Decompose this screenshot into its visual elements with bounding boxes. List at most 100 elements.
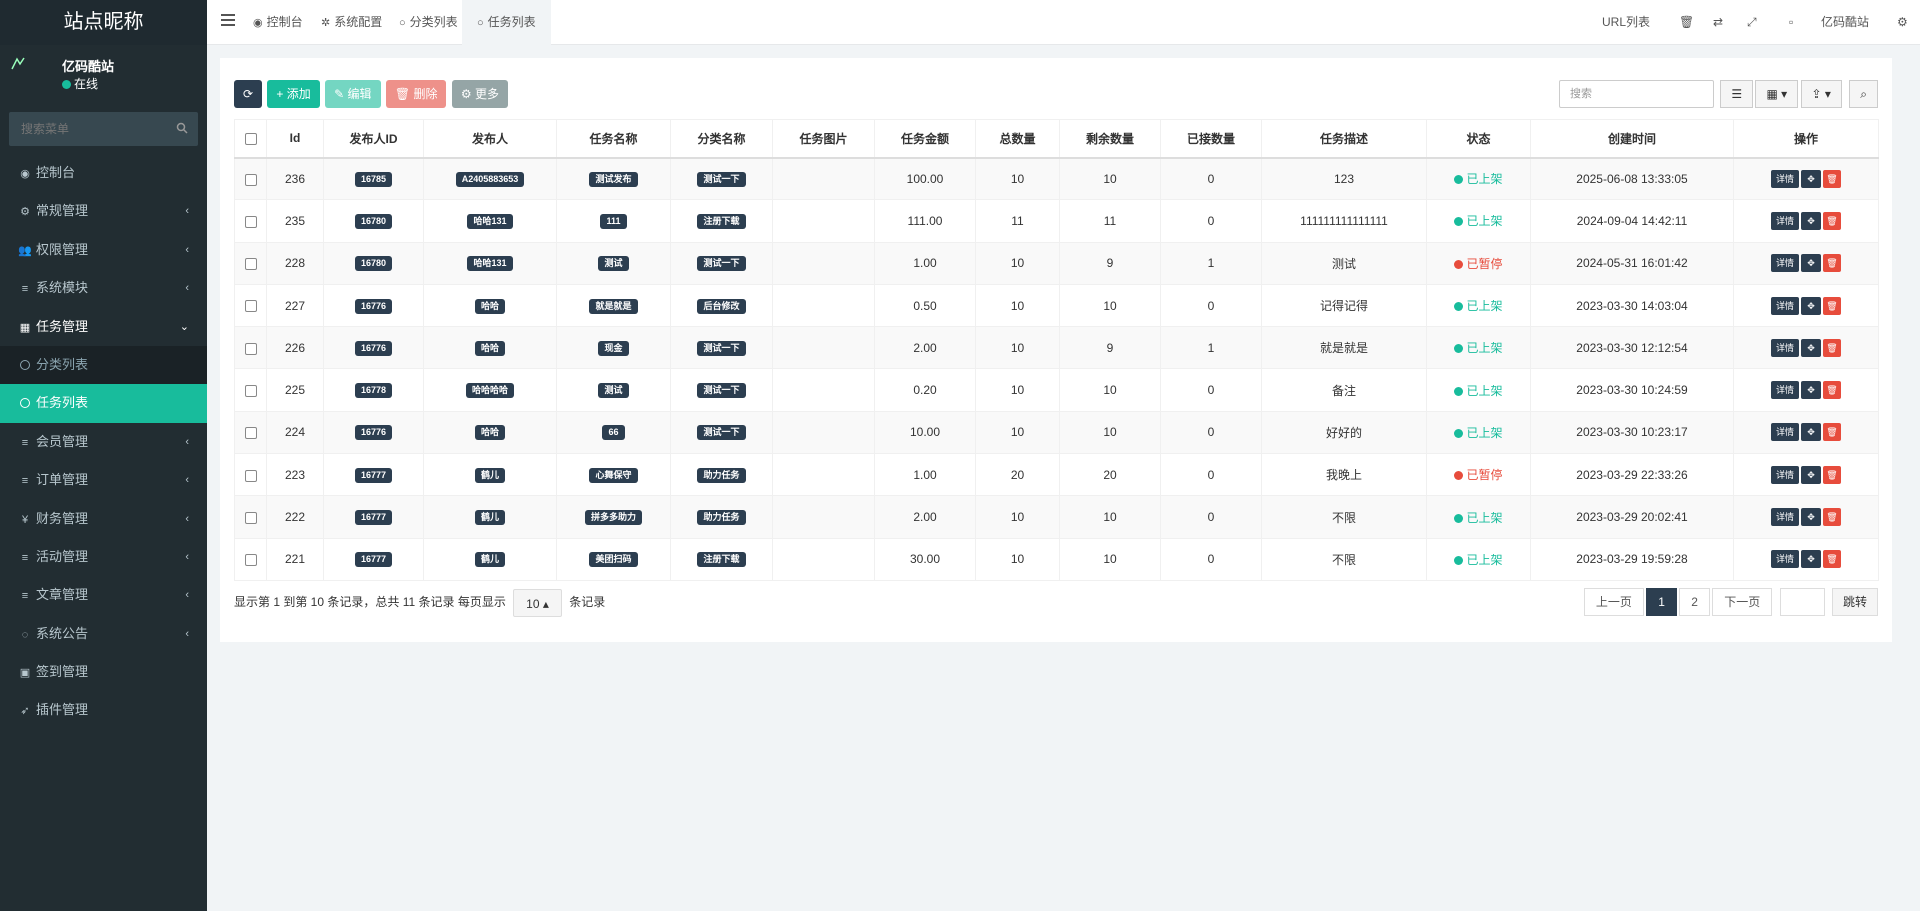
status-badge[interactable]: 已上架 — [1454, 341, 1503, 355]
row-checkbox-cell[interactable] — [234, 495, 267, 539]
delete-row-icon[interactable]: 🗑 — [1823, 211, 1841, 230]
delete-row-icon[interactable]: 🗑 — [1823, 169, 1841, 188]
cell-status[interactable]: 已上架 — [1426, 495, 1531, 539]
row-checkbox[interactable] — [244, 300, 257, 313]
page-2-button[interactable]: 2 — [1679, 588, 1710, 616]
column-header-12[interactable]: 创建时间 — [1530, 119, 1734, 159]
url-list-link[interactable]: URL列表 — [1602, 0, 1650, 45]
detail-button[interactable]: 详情 — [1770, 296, 1799, 315]
status-badge[interactable]: 已上架 — [1454, 384, 1503, 398]
delete-row-icon[interactable]: 🗑 — [1823, 423, 1841, 442]
delete-row-icon[interactable]: 🗑 — [1823, 550, 1841, 569]
status-badge[interactable]: 已上架 — [1454, 299, 1503, 313]
more-button[interactable]: ⚙ 更多 — [451, 80, 508, 108]
sidebar-item-6[interactable]: 任务列表 — [0, 384, 207, 423]
detail-button[interactable]: 详情 — [1770, 169, 1799, 188]
row-checkbox[interactable] — [244, 258, 257, 271]
row-checkbox[interactable] — [244, 384, 257, 397]
row-checkbox-cell[interactable] — [234, 241, 267, 285]
status-badge[interactable]: 已上架 — [1454, 511, 1503, 525]
cell-status[interactable]: 已暂停 — [1426, 453, 1531, 497]
table-row[interactable]: 226 16776 哈哈 现金 测试一下 2.00 10 9 1 就是就是 已上架 2023-03-3… — [234, 326, 1879, 370]
column-header-10[interactable]: 任务描述 — [1261, 119, 1427, 159]
table-row[interactable]: 223 16777 鹤儿 心舞保守 助力任务 1.00 20 20 0 我晚上 已暂停 2023-03… — [234, 453, 1879, 497]
table-row[interactable]: 227 16776 哈哈 就是就是 后台修改 0.50 10 10 0 记得记得 已上架 2023-0… — [234, 283, 1879, 328]
sidebar-item-11[interactable]: ≡ 文章管理 ‹ — [0, 576, 207, 614]
sidebar-search-input[interactable] — [9, 112, 198, 146]
row-checkbox[interactable] — [244, 554, 257, 567]
toggle-view-button[interactable]: ☰ — [1720, 80, 1754, 108]
row-checkbox[interactable] — [244, 469, 257, 482]
select-all-checkbox[interactable] — [244, 133, 257, 146]
select-all-checkbox-cell[interactable] — [234, 119, 267, 159]
table-row[interactable]: 224 16776 哈哈 66 测试一下 10.00 10 10 0 好好的 已上架 2023-03-… — [234, 410, 1879, 455]
table-row[interactable]: 228 16780 哈哈131 测试 测试一下 1.00 10 9 1 测试 已暂停 2024-05-… — [234, 241, 1879, 285]
column-header-7[interactable]: 总数量 — [975, 119, 1060, 159]
column-header-4[interactable]: 分类名称 — [670, 119, 773, 159]
row-checkbox[interactable] — [244, 215, 257, 228]
column-header-0[interactable]: Id — [266, 119, 324, 159]
drag-move-icon[interactable]: ✥ — [1801, 423, 1821, 442]
drag-move-icon[interactable]: ✥ — [1801, 465, 1821, 484]
table-row[interactable]: 225 16778 哈哈哈哈 测试 测试一下 0.20 10 10 0 备注 已上架 2023-03-… — [234, 368, 1879, 412]
table-search-input[interactable]: 搜索 — [1559, 80, 1714, 108]
drag-move-icon[interactable]: ✥ — [1801, 211, 1821, 230]
table-row[interactable]: 221 16777 鹤儿 美团扫码 注册下载 30.00 10 10 0 不限 已上架 2023-03… — [234, 537, 1879, 581]
sidebar-item-10[interactable]: ≡ 活动管理 ‹ — [0, 538, 207, 576]
language-icon[interactable]: ⇄ — [1713, 0, 1723, 45]
detail-button[interactable]: 详情 — [1770, 338, 1799, 357]
detail-button[interactable]: 详情 — [1770, 423, 1799, 442]
delete-row-icon[interactable]: 🗑 — [1823, 381, 1841, 400]
tab-2[interactable]: ○ 分类列表 — [384, 0, 473, 45]
sidebar-item-12[interactable]: ◌ 系统公告 ‹ — [0, 615, 207, 653]
status-badge[interactable]: 已上架 — [1454, 426, 1503, 440]
row-checkbox-cell[interactable] — [234, 368, 267, 412]
row-checkbox-cell[interactable] — [234, 199, 267, 243]
delete-row-icon[interactable]: 🗑 — [1823, 465, 1841, 484]
row-checkbox[interactable] — [244, 173, 257, 186]
trash-icon[interactable]: 🗑 — [1679, 0, 1694, 45]
sidebar-item-9[interactable]: ¥ 财务管理 ‹ — [0, 500, 207, 538]
tab-3[interactable]: ○ 任务列表 — [462, 0, 551, 45]
detail-button[interactable]: 详情 — [1770, 211, 1799, 230]
jump-page-input[interactable] — [1779, 588, 1825, 616]
status-badge[interactable]: 已暂停 — [1454, 468, 1503, 482]
row-checkbox-cell[interactable] — [234, 537, 267, 581]
jump-button[interactable]: 跳转 — [1831, 588, 1878, 616]
sidebar-item-4[interactable]: ▦ 任务管理 ⌄ — [0, 308, 207, 346]
column-header-13[interactable]: 操作 — [1733, 119, 1879, 159]
page-1-button[interactable]: 1 — [1646, 588, 1677, 616]
edit-button[interactable]: ✎ 编辑 — [325, 80, 381, 108]
row-checkbox-cell[interactable] — [234, 453, 267, 497]
row-checkbox[interactable] — [244, 342, 257, 355]
sidebar-item-8[interactable]: ≡ 订单管理 ‹ — [0, 461, 207, 499]
status-badge[interactable]: 已暂停 — [1454, 257, 1503, 271]
export-button[interactable]: ⇪ ▾ — [1800, 80, 1842, 108]
avatar-icon[interactable] — [10, 55, 26, 71]
detail-button[interactable]: 详情 — [1770, 254, 1799, 273]
sidebar-item-0[interactable]: ◉ 控制台 — [0, 154, 207, 192]
sidebar-item-2[interactable]: 👥 权限管理 ‹ — [0, 231, 207, 269]
cell-status[interactable]: 已上架 — [1426, 283, 1531, 328]
delete-row-icon[interactable]: 🗑 — [1823, 254, 1841, 273]
sidebar-item-5[interactable]: 分类列表 — [0, 345, 207, 385]
delete-row-icon[interactable]: 🗑 — [1823, 338, 1841, 357]
avatar-small-icon[interactable]: ▫ — [1789, 0, 1793, 45]
add-button[interactable]: + 添加 — [267, 80, 320, 108]
column-header-8[interactable]: 剩余数量 — [1059, 119, 1161, 159]
row-checkbox-cell[interactable] — [234, 326, 267, 370]
column-header-1[interactable]: 发布人ID — [323, 119, 424, 159]
detail-button[interactable]: 详情 — [1770, 550, 1799, 569]
columns-button[interactable]: ▦ ▾ — [1755, 80, 1799, 108]
table-row[interactable]: 222 16777 鹤儿 拼多多助力 助力任务 2.00 10 10 0 不限 已上架 2023-03… — [234, 495, 1879, 539]
advanced-search-button[interactable]: ⌕ — [1849, 80, 1878, 108]
row-checkbox-cell[interactable] — [234, 410, 267, 455]
column-header-2[interactable]: 发布人 — [423, 119, 557, 159]
detail-button[interactable]: 详情 — [1770, 465, 1799, 484]
sidebar-item-14[interactable]: ➶ 插件管理 — [0, 691, 207, 729]
row-checkbox-cell[interactable] — [234, 156, 267, 201]
status-badge[interactable]: 已上架 — [1454, 553, 1503, 567]
detail-button[interactable]: 详情 — [1770, 508, 1799, 527]
table-row[interactable]: 236 16785 A2405883653 测试发布 测试一下 100.00 10 10 0 12… — [234, 156, 1879, 201]
delete-row-icon[interactable]: 🗑 — [1823, 508, 1841, 527]
